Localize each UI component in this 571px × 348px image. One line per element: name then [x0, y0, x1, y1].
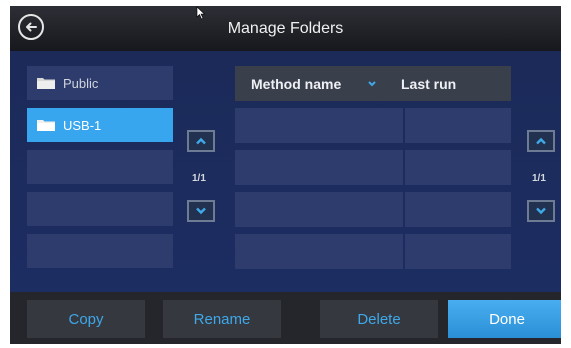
methods-page-indicator: 1/1: [532, 173, 546, 184]
folder-item-empty[interactable]: [27, 150, 173, 184]
table-cell: [405, 108, 511, 143]
action-bar: Copy Rename Delete Done: [10, 292, 561, 344]
table-cell: [235, 192, 403, 227]
chevron-up-icon: [536, 137, 546, 145]
rename-button[interactable]: Rename: [163, 300, 281, 338]
methods-scroll-down-button[interactable]: [527, 200, 555, 222]
folder-label: USB-1: [63, 117, 102, 133]
content-area: Public USB-1 1/1 Method name Last run 1/…: [10, 51, 561, 292]
methods-scroll-up-button[interactable]: [527, 130, 555, 152]
folder-scroll-up-button[interactable]: [187, 130, 215, 152]
mouse-cursor-icon: [196, 6, 206, 20]
folder-scroll-down-button[interactable]: [187, 200, 215, 222]
table-cell: [235, 108, 403, 143]
table-cell: [405, 150, 511, 185]
table-row[interactable]: [235, 234, 511, 269]
folder-icon: [37, 78, 55, 89]
folder-item-public[interactable]: Public: [27, 66, 173, 100]
table-cell: [405, 234, 511, 269]
manage-folders-window: Manage Folders Public USB-1 1/1 Method n…: [10, 6, 561, 344]
table-row[interactable]: [235, 150, 511, 185]
table-header: Method name Last run: [235, 66, 511, 101]
column-header-last-run[interactable]: Last run: [387, 76, 511, 92]
folder-list: Public USB-1: [27, 66, 173, 276]
page-title: Manage Folders: [227, 20, 344, 37]
folder-item-empty[interactable]: [27, 234, 173, 268]
title-bar: Manage Folders: [10, 6, 561, 51]
chevron-down-icon: [536, 207, 546, 215]
methods-table: Method name Last run: [235, 66, 511, 269]
table-cell: [235, 234, 403, 269]
chevron-down-icon: [196, 207, 206, 215]
table-cell: [235, 150, 403, 185]
table-cell: [405, 192, 511, 227]
column-header-method-name[interactable]: Method name: [235, 76, 387, 92]
chevron-up-icon: [196, 137, 206, 145]
table-row[interactable]: [235, 192, 511, 227]
copy-button[interactable]: Copy: [27, 300, 145, 338]
delete-button[interactable]: Delete: [320, 300, 438, 338]
sort-chevron-icon: [368, 80, 376, 86]
folder-label: Public: [63, 75, 99, 91]
folder-page-indicator: 1/1: [192, 173, 206, 184]
folder-icon: [37, 120, 55, 131]
folder-item-empty[interactable]: [27, 192, 173, 226]
folder-item-usb-1[interactable]: USB-1: [27, 108, 173, 142]
done-button[interactable]: Done: [448, 300, 561, 338]
table-row[interactable]: [235, 108, 511, 143]
